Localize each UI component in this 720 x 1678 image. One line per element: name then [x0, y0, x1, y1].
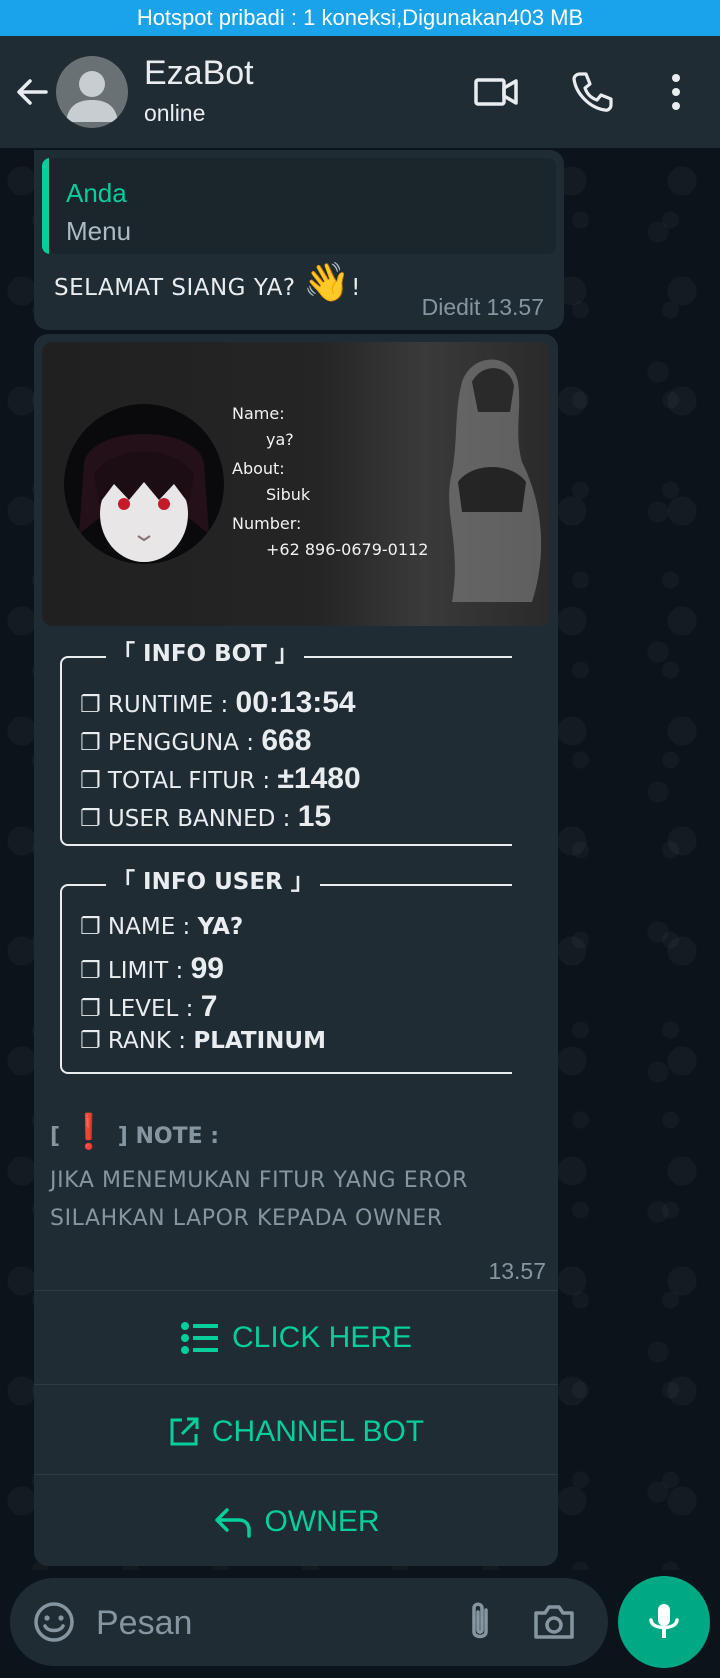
runtime-label: ❐ RUNTIME :: [80, 692, 236, 718]
user-banned-value: 15: [297, 800, 332, 833]
voice-call-icon[interactable]: [566, 66, 618, 118]
info-row-pengguna: ❐ PENGGUNA : 668: [80, 724, 311, 758]
note-close-bracket: ]: [117, 1124, 128, 1149]
anime-figure-image: [449, 359, 542, 602]
quote-text: Menu: [66, 216, 132, 246]
default-avatar-icon: [66, 71, 118, 122]
user-banned-label: ❐ USER BANNED :: [80, 806, 298, 832]
info-bot-box: 「 INFO BOT 」 ❐ RUNTIME : 00:13:54 ❐ PENG…: [60, 634, 512, 846]
card-name-label: Name:: [232, 404, 285, 423]
hotspot-text: Hotspot pribadi : 1 koneksi,Digunakan403…: [136, 5, 584, 30]
voice-record-button[interactable]: [618, 1576, 710, 1668]
rank-label: ❐ RANK :: [80, 1028, 194, 1054]
user-row-limit: ❐ LIMIT : 99: [80, 952, 224, 986]
owner-label: OWNER: [264, 1504, 380, 1538]
card-about-value: Sibuk: [266, 485, 311, 504]
message-meta: Diedit 13.57: [422, 294, 550, 321]
level-label: ❐ LEVEL :: [80, 996, 201, 1022]
quoted-message[interactable]: Anda Menu: [42, 158, 556, 254]
note-line-1: JIKA MENEMUKAN FITUR YANG EROR: [50, 1168, 468, 1193]
message-bubble-greeting[interactable]: Anda Menu SELAMAT SIANG YA? 👋! Diedit 13.…: [34, 150, 564, 330]
external-link-icon: [170, 1417, 199, 1445]
contact-status: online: [144, 100, 206, 126]
info-row-runtime: ❐ RUNTIME : 00:13:54: [80, 686, 356, 720]
video-call-icon[interactable]: [470, 66, 522, 118]
pengguna-label: ❐ PENGGUNA :: [80, 730, 262, 756]
quote-accent-bar: [42, 158, 49, 254]
emoji-icon[interactable]: [30, 1598, 78, 1646]
greeting-text: SELAMAT SIANG YA? 👋!: [54, 260, 361, 305]
info-user-title: 「 INFO USER 」: [106, 862, 320, 896]
limit-label: ❐ LIMIT :: [80, 958, 191, 984]
limit-value: 99: [190, 952, 224, 985]
waving-hand-emoji: 👋: [303, 260, 352, 304]
total-fitur-value: ±1480: [277, 762, 361, 795]
chat-header: EzaBot online: [0, 36, 720, 148]
runtime-value: 00:13:54: [235, 686, 356, 719]
contact-name[interactable]: EzaBot: [144, 54, 254, 93]
message-bubble-menu[interactable]: Name: ya? About: Sibuk Number: +62 896-0…: [34, 334, 558, 1566]
level-value: 7: [200, 990, 218, 1023]
list-icon: [180, 1321, 218, 1354]
card-about-label: About:: [232, 459, 285, 478]
message-time: 13.57: [486, 294, 544, 320]
user-row-rank: ❐ RANK : PLATINUM: [80, 1028, 326, 1054]
note-label: NOTE :: [135, 1124, 220, 1149]
user-row-name: ❐ NAME : YA?: [80, 914, 243, 940]
hotspot-status-bar[interactable]: Hotspot pribadi : 1 koneksi,Digunakan403…: [0, 0, 720, 36]
click-here-button[interactable]: CLICK HERE: [34, 1290, 558, 1384]
owner-button[interactable]: OWNER: [34, 1474, 558, 1568]
profile-card-image[interactable]: Name: ya? About: Sibuk Number: +62 896-0…: [42, 342, 550, 626]
message-composer[interactable]: Pesan: [10, 1578, 608, 1666]
menu-message-time: 13.57: [488, 1258, 546, 1284]
channel-bot-label: CHANNEL BOT: [211, 1414, 425, 1448]
back-arrow-icon[interactable]: [12, 72, 52, 112]
reply-icon: [214, 1507, 251, 1538]
camera-icon[interactable]: [530, 1598, 578, 1646]
channel-bot-button[interactable]: CHANNEL BOT: [34, 1384, 558, 1478]
exclamation-icon: ❗: [67, 1112, 111, 1152]
contact-avatar[interactable]: [56, 56, 128, 128]
note-open-bracket: [: [50, 1124, 61, 1149]
click-here-label: CLICK HERE: [231, 1320, 413, 1354]
message-input[interactable]: Pesan: [96, 1604, 192, 1643]
note-line-2: SILAHKAN LAPOR KEPADA OWNER: [50, 1206, 443, 1231]
card-name-value: ya?: [266, 430, 294, 449]
quote-author: Anda: [66, 178, 127, 208]
rank-value: PLATINUM: [193, 1028, 326, 1054]
user-row-level: ❐ LEVEL : 7: [80, 990, 217, 1024]
info-row-user-banned: ❐ USER BANNED : 15: [80, 800, 331, 834]
greeting-body: SELAMAT SIANG YA?: [54, 275, 296, 301]
info-row-total-fitur: ❐ TOTAL FITUR : ±1480: [80, 762, 361, 796]
pengguna-value: 668: [261, 724, 312, 757]
name-label: ❐ NAME :: [80, 914, 198, 940]
more-options-icon[interactable]: [650, 66, 702, 118]
edited-label: Diedit: [421, 294, 481, 320]
name-value: YA?: [197, 914, 244, 940]
anime-face-icon: [79, 434, 209, 562]
microphone-icon: [649, 1604, 679, 1638]
info-user-box: 「 INFO USER 」 ❐ NAME : YA? ❐ LIMIT : 99 …: [60, 862, 512, 1074]
card-number-value: +62 896-0679-0112: [266, 540, 429, 559]
total-fitur-label: ❐ TOTAL FITUR :: [80, 768, 278, 794]
greeting-suffix: !: [351, 275, 361, 301]
attachment-icon[interactable]: [456, 1598, 504, 1646]
card-number-label: Number:: [232, 514, 302, 533]
anime-avatar-image: [64, 404, 224, 564]
info-bot-title: 「 INFO BOT 」: [106, 634, 304, 668]
note-heading: [ ❗ ] NOTE :: [50, 1112, 219, 1152]
